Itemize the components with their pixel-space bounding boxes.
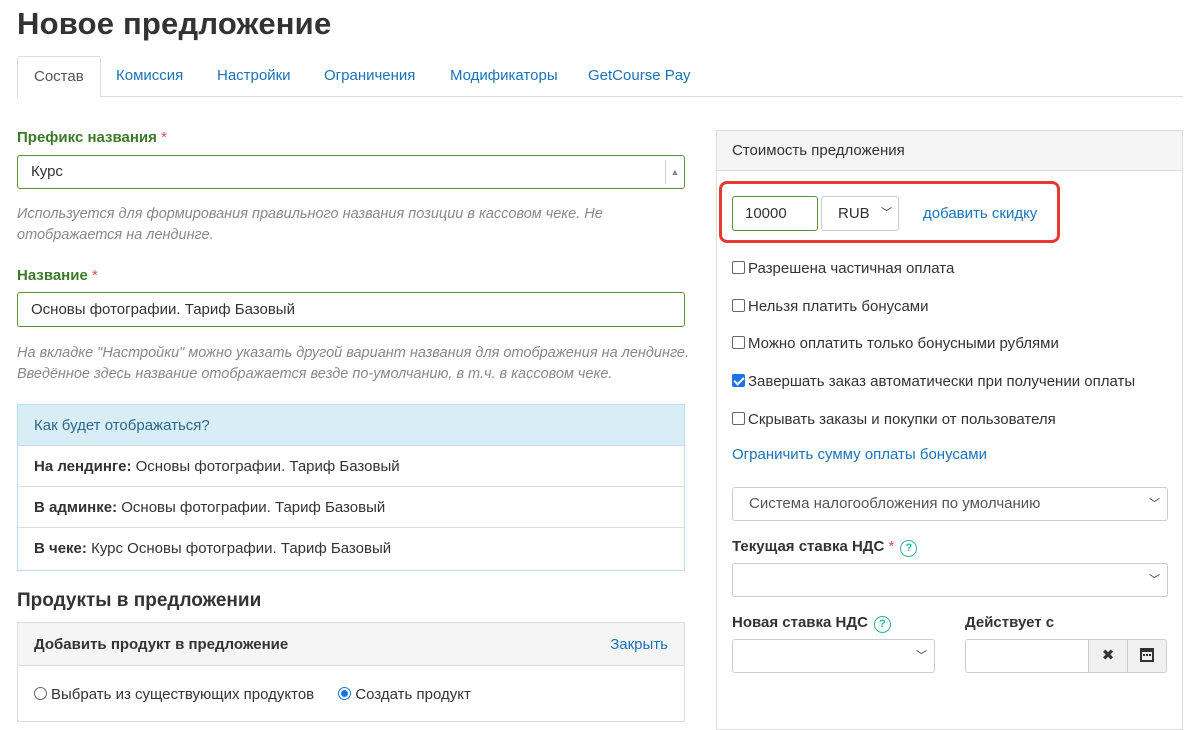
name-input[interactable]: Основы фотографии. Тариф Базовый — [17, 292, 685, 327]
select-arrow-icon: ▲ — [665, 160, 684, 184]
add-discount-link[interactable]: добавить скидку — [923, 205, 1037, 222]
option-no-bonus[interactable]: Нельзя платить бонусами — [732, 298, 928, 315]
vat-current-label-text: Текущая ставка НДС — [732, 538, 885, 555]
preview-row-label: В админке: — [34, 499, 118, 516]
checkbox[interactable] — [732, 336, 745, 349]
option-label: Разрешена частичная оплата — [748, 260, 955, 277]
required-mark: * — [161, 129, 167, 146]
name-help: На вкладке "Настройки" можно указать дру… — [17, 345, 690, 382]
name-label: Название * — [17, 267, 98, 284]
preview-row-landing: На лендинге: Основы фотографии. Тариф Ба… — [18, 446, 684, 487]
currency-value: RUB — [838, 205, 870, 222]
currency-select[interactable]: RUB ﹀ — [821, 196, 899, 231]
preview-row-label: В чеке: — [34, 540, 87, 557]
add-product-panel-title: Добавить продукт в предложение — [34, 636, 289, 653]
required-mark: * — [888, 538, 895, 555]
tab-commission[interactable]: Комиссия — [100, 56, 199, 97]
radio-create-label: Создать продукт — [355, 686, 471, 703]
tax-system-select[interactable]: Система налогообложения по умолчанию ﹀ — [732, 487, 1168, 521]
add-product-panel-header: Добавить продукт в предложение Закрыть — [18, 623, 684, 666]
question-circle-icon[interactable]: ? — [900, 540, 918, 557]
checkbox[interactable] — [732, 412, 745, 425]
display-preview: Как будет отображаться? На лендинге: Осн… — [17, 404, 685, 571]
tax-system-value: Система налогообложения по умолчанию — [749, 495, 1041, 512]
chevron-down-icon: ﹀ — [1149, 574, 1160, 586]
option-label: Нельзя платить бонусами — [748, 298, 929, 315]
chevron-down-icon: ﹀ — [1149, 498, 1160, 510]
prefix-label-text: Префикс названия — [17, 129, 157, 146]
chevron-down-icon: ﹀ — [881, 207, 892, 219]
tab-getcourse-pay[interactable]: GetCourse Pay — [572, 56, 707, 97]
page-title: Новое предложение — [17, 6, 332, 41]
prefix-select[interactable]: Курс ▲ — [17, 155, 685, 189]
add-product-panel: Добавить продукт в предложение Закрыть В… — [17, 622, 685, 722]
option-bonus-only[interactable]: Можно оплатить только бонусными рублями — [732, 335, 1059, 352]
close-icon[interactable]: ✖ — [1088, 639, 1128, 673]
vat-new-select[interactable]: ﹀ — [732, 639, 935, 673]
close-link[interactable]: Закрыть — [610, 623, 668, 666]
price-card-title: Стоимость предложения — [717, 131, 1182, 171]
radio-create-control[interactable] — [338, 687, 352, 700]
preview-title: Как будет отображаться? — [18, 405, 684, 446]
option-hide-orders[interactable]: Скрывать заказы и покупки от пользовател… — [732, 411, 1056, 428]
preview-row-value: Основы фотографии. Тариф Базовый — [121, 499, 386, 516]
calendar-icon[interactable] — [1127, 639, 1167, 673]
required-mark: * — [91, 267, 98, 284]
vat-new-label: Новая ставка НДС? — [732, 614, 891, 633]
tab-settings[interactable]: Настройки — [201, 56, 307, 97]
tab-restrictions[interactable]: Ограничения — [308, 56, 431, 97]
radio-existing-label: Выбрать из существующих продуктов — [51, 686, 315, 703]
product-mode-radios: Выбрать из существующих продуктов Создат… — [34, 686, 471, 703]
radio-existing-products[interactable]: Выбрать из существующих продуктов — [34, 686, 318, 703]
checkbox[interactable] — [732, 261, 745, 274]
vat-current-select[interactable]: ﹀ — [732, 563, 1168, 597]
checkbox-checked[interactable] — [732, 374, 745, 387]
radio-create-product[interactable]: Создать продукт — [338, 686, 471, 703]
tab-modifiers[interactable]: Модификаторы — [434, 56, 574, 97]
preview-row-label: На лендинге: — [34, 458, 132, 475]
option-label: Завершать заказ автоматически при получе… — [748, 373, 1136, 390]
limit-bonus-link[interactable]: Ограничить сумму оплаты бонусами — [732, 446, 987, 463]
question-circle-icon[interactable]: ? — [873, 616, 891, 633]
vat-new-label-text: Новая ставка НДС — [732, 614, 868, 631]
radio-existing-control[interactable] — [34, 687, 47, 700]
tab-bar: Состав Комиссия Настройки Ограничения Мо… — [17, 56, 1183, 98]
products-section-title: Продукты в предложении — [17, 590, 262, 611]
tab-composition[interactable]: Состав — [17, 56, 101, 98]
option-partial-payment[interactable]: Разрешена частичная оплата — [732, 260, 954, 277]
prefix-help: Используется для формирования правильног… — [17, 206, 603, 243]
prefix-label: Префикс названия * — [17, 129, 167, 146]
effective-date-label: Действует с — [965, 614, 1055, 631]
price-amount-input[interactable]: 10000 — [732, 196, 818, 231]
checkbox[interactable] — [732, 299, 745, 312]
option-label: Можно оплатить только бонусными рублями — [748, 335, 1059, 352]
chevron-down-icon: ﹀ — [916, 650, 927, 662]
preview-row-receipt: В чеке: Курс Основы фотографии. Тариф Ба… — [18, 528, 684, 569]
preview-row-value: Основы фотографии. Тариф Базовый — [135, 458, 400, 475]
name-label-text: Название — [17, 267, 88, 284]
vat-current-label: Текущая ставка НДС *? — [732, 538, 918, 557]
preview-row-value: Курс Основы фотографии. Тариф Базовый — [91, 540, 392, 557]
preview-row-admin: В админке: Основы фотографии. Тариф Базо… — [18, 487, 684, 528]
option-label: Скрывать заказы и покупки от пользовател… — [748, 411, 1056, 428]
effective-date-input[interactable] — [965, 639, 1089, 673]
option-auto-complete[interactable]: Завершать заказ автоматически при получе… — [732, 373, 1135, 390]
prefix-select-value: Курс — [31, 163, 63, 180]
